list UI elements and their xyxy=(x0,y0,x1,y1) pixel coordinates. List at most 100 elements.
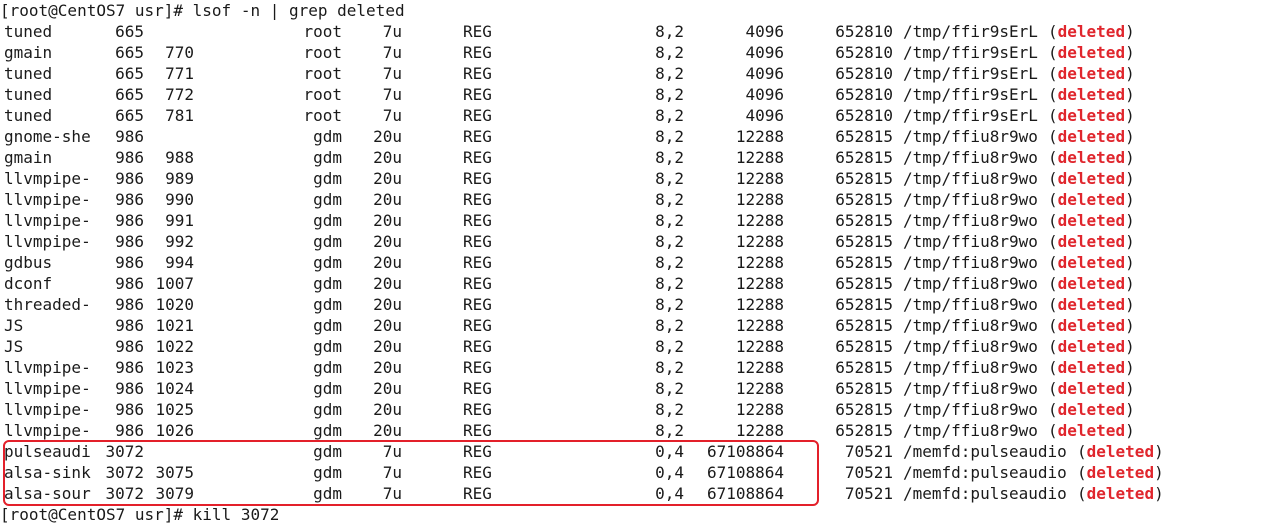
cell-command: llvmpipe- xyxy=(4,400,91,419)
cell-type: REG xyxy=(463,43,492,62)
cell-device: 8,2 xyxy=(655,316,684,335)
cell-device: 8,2 xyxy=(655,64,684,83)
cell-command: gmain xyxy=(4,43,53,62)
cell-type: REG xyxy=(463,211,492,230)
cell-pid: 665 xyxy=(115,43,144,62)
cell-device: 8,2 xyxy=(655,211,684,230)
cell-tid: 1026 xyxy=(155,421,194,440)
cell-pid: 986 xyxy=(115,316,144,335)
cell-node: 652815 xyxy=(835,337,893,356)
cell-name: /memfd:pulseaudio xyxy=(903,463,1067,482)
cell-fd: 20u xyxy=(373,316,402,335)
cell-pid: 986 xyxy=(115,358,144,377)
cell-user: gdm xyxy=(313,295,342,314)
cell-pid: 665 xyxy=(115,22,144,41)
cell-fd: 7u xyxy=(382,43,402,62)
cell-size: 4096 xyxy=(745,64,784,83)
cell-user: gdm xyxy=(313,253,342,272)
cell-command: tuned xyxy=(4,64,53,83)
cell-type: REG xyxy=(463,400,492,419)
deleted-status: (deleted) xyxy=(1048,106,1135,125)
cell-size: 12288 xyxy=(735,358,784,377)
cell-size: 12288 xyxy=(735,421,784,440)
deleted-status: (deleted) xyxy=(1048,358,1135,377)
cell-user: root xyxy=(303,106,342,125)
cell-tid: 781 xyxy=(165,106,194,125)
cell-node: 652815 xyxy=(835,316,893,335)
cell-pid: 986 xyxy=(115,190,144,209)
cell-pid: 986 xyxy=(115,169,144,188)
cell-tid: 1007 xyxy=(155,274,194,293)
cell-fd: 7u xyxy=(382,64,402,83)
cell-type: REG xyxy=(463,127,492,146)
cell-device: 8,2 xyxy=(655,379,684,398)
cell-tid: 770 xyxy=(165,43,194,62)
cell-command: llvmpipe- xyxy=(4,379,91,398)
cell-device: 8,2 xyxy=(655,337,684,356)
cell-tid: 1021 xyxy=(155,316,194,335)
cell-command: dconf xyxy=(4,274,53,293)
cell-type: REG xyxy=(463,190,492,209)
cell-command: gnome-she xyxy=(4,127,91,146)
cell-device: 8,2 xyxy=(655,106,684,125)
cell-node: 652815 xyxy=(835,358,893,377)
cell-pid: 986 xyxy=(115,127,144,146)
cell-node: 652815 xyxy=(835,400,893,419)
cell-tid: 992 xyxy=(165,232,194,251)
cell-fd: 20u xyxy=(373,148,402,167)
cell-command: tuned xyxy=(4,85,53,104)
cell-size: 12288 xyxy=(735,190,784,209)
cell-command: threaded- xyxy=(4,295,91,314)
cell-fd: 20u xyxy=(373,127,402,146)
deleted-status: (deleted) xyxy=(1077,442,1164,461)
cell-user: gdm xyxy=(313,316,342,335)
cell-name: /memfd:pulseaudio xyxy=(903,484,1067,503)
cell-fd: 20u xyxy=(373,169,402,188)
cell-type: REG xyxy=(463,379,492,398)
cell-size: 12288 xyxy=(735,316,784,335)
cell-device: 8,2 xyxy=(655,169,684,188)
cell-user: gdm xyxy=(313,421,342,440)
cell-command: llvmpipe- xyxy=(4,211,91,230)
cell-command: llvmpipe- xyxy=(4,358,91,377)
cell-user: root xyxy=(303,43,342,62)
cell-tid: 994 xyxy=(165,253,194,272)
cell-node: 652815 xyxy=(835,253,893,272)
cell-command: tuned xyxy=(4,106,53,125)
cell-command: tuned xyxy=(4,22,53,41)
cell-fd: 7u xyxy=(382,85,402,104)
cell-node: 652810 xyxy=(835,85,893,104)
cell-node: 652810 xyxy=(835,106,893,125)
cell-pid: 986 xyxy=(115,253,144,272)
cell-fd: 20u xyxy=(373,190,402,209)
cell-type: REG xyxy=(463,316,492,335)
cell-pid: 986 xyxy=(115,232,144,251)
deleted-status: (deleted) xyxy=(1048,274,1135,293)
cell-user: root xyxy=(303,64,342,83)
cell-type: REG xyxy=(463,106,492,125)
deleted-status: (deleted) xyxy=(1048,379,1135,398)
cell-device: 8,2 xyxy=(655,22,684,41)
cell-fd: 20u xyxy=(373,421,402,440)
deleted-status: (deleted) xyxy=(1048,316,1135,335)
cell-fd: 20u xyxy=(373,379,402,398)
deleted-status: (deleted) xyxy=(1048,127,1135,146)
cell-tid: 1025 xyxy=(155,400,194,419)
cell-user: gdm xyxy=(313,169,342,188)
cell-command: gmain xyxy=(4,148,53,167)
terminal-window[interactable]: [root@CentOS7 usr]# lsof -n | grep delet… xyxy=(0,0,1280,524)
cell-device: 8,2 xyxy=(655,274,684,293)
deleted-status: (deleted) xyxy=(1048,400,1135,419)
cell-node: 652815 xyxy=(835,295,893,314)
cell-command: gdbus xyxy=(4,253,53,272)
cell-node: 652815 xyxy=(835,379,893,398)
cell-fd: 20u xyxy=(373,358,402,377)
cell-node: 652810 xyxy=(835,64,893,83)
cell-user: root xyxy=(303,85,342,104)
cell-tid: 990 xyxy=(165,190,194,209)
cell-node: 652815 xyxy=(835,190,893,209)
cell-node: 652815 xyxy=(835,421,893,440)
cell-type: REG xyxy=(463,295,492,314)
cell-type: REG xyxy=(463,337,492,356)
cell-size: 12288 xyxy=(735,211,784,230)
